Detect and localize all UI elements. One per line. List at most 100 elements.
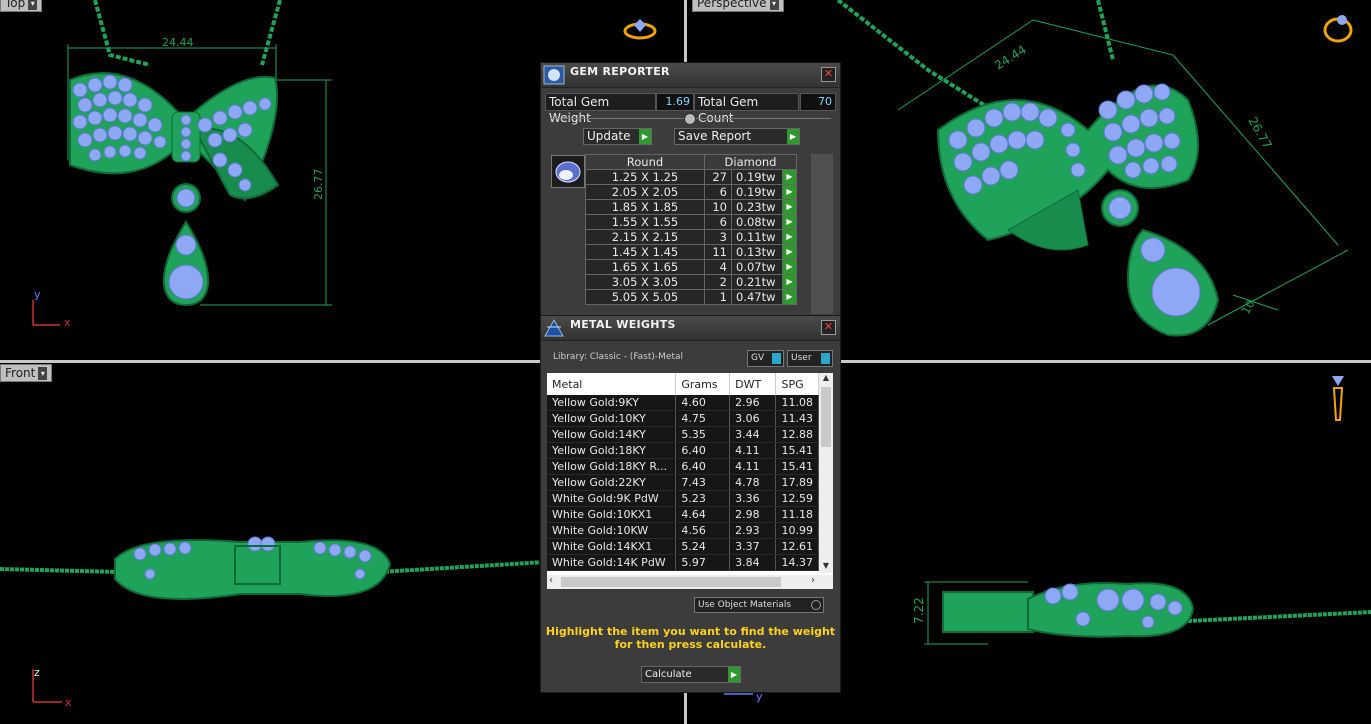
scroll-thumb[interactable] [821,387,831,447]
gem-row[interactable]: 1.55 X 1.55 6 0.08tw ▶ [585,214,797,230]
splitter-handle-icon[interactable] [684,113,696,125]
metal-table-hscroll[interactable]: ‹ › [547,575,833,589]
update-button[interactable]: Update ▶ [583,128,652,145]
ring-icon [623,19,657,40]
gem-row-go-button[interactable]: ▶ [782,184,797,200]
calculate-button[interactable]: Calculate ▶ [641,666,741,683]
gv-toggle[interactable]: GV [747,350,784,367]
metal-column-header[interactable]: Metal [547,373,677,395]
dimension-height-top: 26.77 [312,169,325,201]
svg-text:x: x [65,696,72,709]
metal-row[interactable]: Yellow Gold:18KY 6.40 4.11 15.41 [547,442,819,459]
play-icon: ▶ [783,200,796,214]
metal-row[interactable]: Yellow Gold:10KY 4.75 3.06 11.43 [547,410,819,427]
dimension-small-persp: 10 [1239,298,1257,317]
metal-weights-titlebar[interactable]: METAL WEIGHTS ✕ [541,316,840,341]
metal-grams: 5.35 [675,426,731,443]
dimension-width-persp: 24.44 [992,42,1029,72]
dwt-column-header[interactable]: DWT [729,373,777,395]
metal-row[interactable]: Yellow Gold:18KY R... 6.40 4.11 15.41 [547,458,819,475]
scroll-up-icon[interactable]: ▲ [819,373,833,385]
metal-grams: 6.40 [675,458,731,475]
save-report-button[interactable]: Save Report ▶ [674,128,800,145]
gem-row[interactable]: 1.45 X 1.45 11 0.13tw ▶ [585,244,797,260]
user-toggle[interactable]: User [787,350,833,367]
gem-row[interactable]: 5.05 X 5.05 1 0.47tw ▶ [585,289,797,305]
gem-weight: 0.13tw [731,244,783,260]
gem-row[interactable]: 1.85 X 1.85 10 0.23tw ▶ [585,199,797,215]
metal-row[interactable]: Yellow Gold:14KY 5.35 3.44 12.88 [547,426,819,443]
metal-grams: 7.43 [675,474,731,491]
metal-table: Metal Grams DWT SPG Yellow Gold:9KY 4.60 2… [547,373,819,571]
metal-grams: 5.24 [675,538,731,555]
play-icon: ▶ [783,290,796,304]
metal-dwt: 4.11 [729,458,777,475]
play-icon: ▶ [783,275,796,289]
scroll-right-icon[interactable]: › [811,575,815,586]
gem-count: 6 [704,184,732,200]
play-icon: ▶ [787,129,799,144]
gem-row[interactable]: 2.15 X 2.15 3 0.11tw ▶ [585,229,797,245]
metal-spg: 11.18 [775,506,819,523]
play-icon: ▶ [783,230,796,244]
calculate-hint: Highlight the item you want to find the … [545,625,836,651]
metal-row[interactable]: Yellow Gold:22KY 7.43 4.78 17.89 [547,474,819,491]
gem-reporter-titlebar[interactable]: GEM REPORTER ✕ [541,63,840,88]
dimension-height-right: 7.22 [912,597,926,624]
metal-grams: 5.97 [675,554,731,571]
gem-row-go-button[interactable]: ▶ [782,199,797,215]
gem-weight: 0.23tw [731,199,783,215]
gem-row-go-button[interactable]: ▶ [782,214,797,230]
spg-column-header[interactable]: SPG [775,373,819,395]
gem-row[interactable]: 2.05 X 2.05 6 0.19tw ▶ [585,184,797,200]
grams-column-header[interactable]: Grams [675,373,731,395]
gem-weight: 0.07tw [731,259,783,275]
play-icon: ▶ [728,667,740,682]
metal-spg: 11.43 [775,410,819,427]
metal-name: White Gold:9K PdW [547,490,677,507]
scroll-left-icon[interactable]: ‹ [549,575,553,586]
gem-reporter-title: GEM REPORTER [570,65,670,78]
gem-size: 1.65 X 1.65 [585,259,705,275]
metal-row[interactable]: Yellow Gold:9KY 4.60 2.96 11.08 [547,395,819,411]
gem-size: 1.85 X 1.85 [585,199,705,215]
toggle-indicator-icon [772,353,781,364]
metal-dwt: 2.96 [729,395,777,411]
gem-row[interactable]: 1.25 X 1.25 27 0.19tw ▶ [585,169,797,185]
gem-table-scrollbar[interactable] [811,154,833,314]
close-icon[interactable]: ✕ [821,67,836,82]
dimension-width-top: 24.44 [162,36,194,49]
metal-table-vscroll[interactable]: ▲ ▼ [819,373,833,573]
metal-name: Yellow Gold:9KY [547,395,677,411]
metal-name: Yellow Gold:18KY R... [547,458,677,475]
library-label: Library: Classic - (Fast)-Metal [553,352,684,362]
metal-row[interactable]: White Gold:10KW 4.56 2.93 10.99 [547,522,819,539]
scroll-thumb-h[interactable] [561,577,781,587]
gem-row-go-button[interactable]: ▶ [782,289,797,305]
metal-name: White Gold:14K PdW [547,554,677,571]
gem-thumbnail[interactable] [551,155,585,188]
metal-spg: 17.89 [775,474,819,491]
metal-weights-title: METAL WEIGHTS [570,318,676,331]
use-object-materials-toggle[interactable]: Use Object Materials [694,597,824,613]
metal-row[interactable]: White Gold:14KX1 5.24 3.37 12.61 [547,538,819,555]
gem-size: 1.55 X 1.55 [585,214,705,230]
svg-text:z: z [34,666,40,679]
metal-row[interactable]: White Gold:10KX1 4.64 2.98 11.18 [547,506,819,523]
gem-row-go-button[interactable]: ▶ [782,229,797,245]
gem-weight: 0.19tw [731,184,783,200]
scroll-down-icon[interactable]: ▼ [819,561,833,573]
gem-count: 10 [704,199,732,215]
metal-row[interactable]: White Gold:14K PdW 5.97 3.84 14.37 [547,554,819,571]
total-gem-count-value: 70 [800,93,836,111]
metal-row[interactable]: White Gold:9K PdW 5.23 3.36 12.59 [547,490,819,507]
close-icon[interactable]: ✕ [821,320,836,335]
gem-row-go-button[interactable]: ▶ [782,169,797,185]
gem-row[interactable]: 1.65 X 1.65 4 0.07tw ▶ [585,259,797,275]
metal-dwt: 3.06 [729,410,777,427]
gem-row-go-button[interactable]: ▶ [782,244,797,260]
gem-row[interactable]: 3.05 X 3.05 2 0.21tw ▶ [585,274,797,290]
gem-row-go-button[interactable]: ▶ [782,259,797,275]
svg-text:y: y [34,288,41,301]
gem-row-go-button[interactable]: ▶ [782,274,797,290]
